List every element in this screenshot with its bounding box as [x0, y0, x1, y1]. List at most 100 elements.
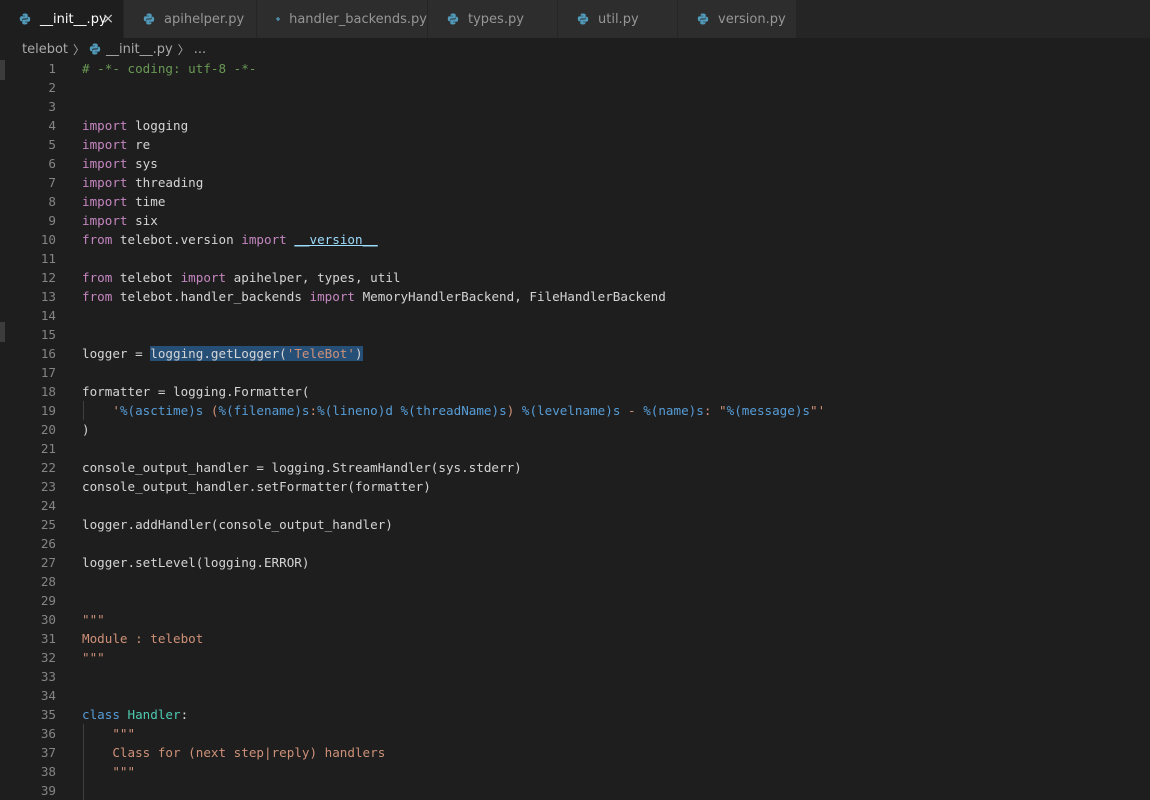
line-number: 36 — [40, 726, 56, 741]
indent-guide — [83, 401, 84, 420]
tab-version-py[interactable]: version.py — [678, 0, 797, 38]
code-line[interactable]: 3 — [0, 97, 1150, 116]
code-token: 'TeleBot' — [286, 346, 355, 361]
python-file-icon — [697, 13, 709, 25]
code-line[interactable]: 1 # -*- coding: utf-8 -*- — [0, 59, 1150, 78]
code-line[interactable]: 20) — [0, 420, 1150, 439]
code-token: %(lineno)d — [317, 403, 393, 418]
line-number: 13 — [40, 289, 56, 304]
line-number: 39 — [40, 783, 56, 798]
code-token: - — [620, 403, 644, 418]
indent-guide — [83, 724, 84, 800]
line-number: 9 — [48, 213, 56, 228]
code-token: ( — [203, 403, 219, 418]
code-token: class — [82, 707, 120, 722]
python-file-icon — [276, 17, 280, 21]
code-line[interactable]: 17 — [0, 363, 1150, 382]
line-number: 29 — [40, 593, 56, 608]
code-text: Module : telebot — [82, 629, 203, 648]
code-line[interactable]: 31 Module : telebot — [0, 629, 1150, 648]
code-token: ) — [82, 422, 90, 437]
code-line[interactable]: 8 import time — [0, 192, 1150, 211]
code-line[interactable]: 14 — [0, 306, 1150, 325]
code-line[interactable]: 39 — [0, 781, 1150, 800]
code-line[interactable]: 11 — [0, 249, 1150, 268]
code-line[interactable]: 15 — [0, 325, 1150, 344]
code-line[interactable]: 16 logger = logging.getLogger('TeleBot') — [0, 344, 1150, 363]
code-text: logger.addHandler(console_output_handler… — [82, 515, 393, 534]
code-line[interactable]: 38 """ — [0, 762, 1150, 781]
tab-label: __init__.py — [40, 11, 107, 27]
code-token: from — [82, 289, 113, 304]
tab-init-py[interactable]: __init__.py × — [0, 0, 124, 38]
line-number: 38 — [40, 764, 56, 779]
code-token: : — [309, 403, 318, 418]
code-token: import — [82, 175, 128, 190]
code-line[interactable]: 34 — [0, 686, 1150, 705]
code-line[interactable]: 7 import threading — [0, 173, 1150, 192]
code-token: Handler — [127, 707, 181, 722]
code-text: """ — [82, 724, 135, 743]
breadcrumb-file[interactable]: __init__.py — [89, 42, 173, 57]
breadcrumb-symbol[interactable]: ... — [194, 42, 206, 57]
code-line[interactable]: 27 logger.setLevel(logging.ERROR) — [0, 553, 1150, 572]
code-line[interactable]: 26 — [0, 534, 1150, 553]
line-number: 2 — [48, 80, 56, 95]
close-icon[interactable]: × — [102, 11, 114, 27]
code-line[interactable]: 21 — [0, 439, 1150, 458]
line-number: 27 — [40, 555, 56, 570]
line-number: 7 — [48, 175, 56, 190]
code-line[interactable]: 5 import re — [0, 135, 1150, 154]
code-line[interactable]: 4 import logging — [0, 116, 1150, 135]
code-line[interactable]: 19 '%(asctime)s (%(filename)s:%(lineno)d… — [0, 401, 1150, 420]
tab-types-py[interactable]: types.py — [428, 0, 558, 38]
code-editor[interactable]: 1 # -*- coding: utf-8 -*- 2 3 4 import loggin… — [0, 59, 1150, 800]
code-line[interactable]: 18 formatter = logging.Formatter( — [0, 382, 1150, 401]
code-line[interactable]: 29 — [0, 591, 1150, 610]
tab-util-py[interactable]: util.py — [558, 0, 678, 38]
tab-apihelper-py[interactable]: apihelper.py — [124, 0, 257, 38]
code-token: """ — [112, 764, 136, 779]
code-line[interactable]: 13 from telebot.handler_backends import M… — [0, 287, 1150, 306]
code-text: import logging — [82, 116, 188, 135]
code-line[interactable]: 23 console_output_handler.setFormatter(fo… — [0, 477, 1150, 496]
code-line[interactable]: 10 from telebot.version import __version_… — [0, 230, 1150, 249]
code-line[interactable]: 37 Class for (next step|reply) handlers — [0, 743, 1150, 762]
code-text: '%(asctime)s (%(filename)s:%(lineno)d %(… — [82, 401, 825, 420]
code-token: %(levelname)s — [521, 403, 621, 418]
code-line[interactable]: 9 import six — [0, 211, 1150, 230]
code-line[interactable]: 24 — [0, 496, 1150, 515]
line-number: 24 — [40, 498, 56, 513]
code-token: sys — [127, 156, 158, 171]
code-line[interactable]: 30 """ — [0, 610, 1150, 629]
line-number: 31 — [40, 631, 56, 646]
tab-handler-backends-py[interactable]: handler_backends.py — [257, 0, 428, 38]
code-token: : — [180, 707, 189, 722]
code-line[interactable]: 12 from telebot import apihelper, types, … — [0, 268, 1150, 287]
breadcrumb-folder[interactable]: telebot — [22, 42, 68, 57]
code-line[interactable]: 25 logger.addHandler(console_output_handl… — [0, 515, 1150, 534]
code-text: import sys — [82, 154, 158, 173]
code-token: import — [82, 213, 128, 228]
code-text: """ — [82, 762, 135, 781]
code-token: logger = — [82, 346, 151, 361]
code-text: """ — [82, 610, 105, 629]
code-text: console_output_handler = logging.StreamH… — [82, 458, 522, 477]
code-line[interactable]: 33 — [0, 667, 1150, 686]
code-line[interactable]: 32 """ — [0, 648, 1150, 667]
code-line[interactable]: 35 class Handler: — [0, 705, 1150, 724]
code-line[interactable]: 2 — [0, 78, 1150, 97]
code-token: Module : telebot — [82, 631, 204, 646]
code-token: : " — [703, 403, 727, 418]
code-token: %(threadName)s — [400, 403, 507, 418]
code-line[interactable]: 22 console_output_handler = logging.Strea… — [0, 458, 1150, 477]
code-token: apihelper, types, util — [226, 270, 401, 285]
code-line[interactable]: 6 import sys — [0, 154, 1150, 173]
line-number: 20 — [40, 422, 56, 437]
line-number: 21 — [40, 441, 56, 456]
code-token: import — [180, 270, 227, 285]
code-line[interactable]: 28 — [0, 572, 1150, 591]
code-line[interactable]: 36 """ — [0, 724, 1150, 743]
